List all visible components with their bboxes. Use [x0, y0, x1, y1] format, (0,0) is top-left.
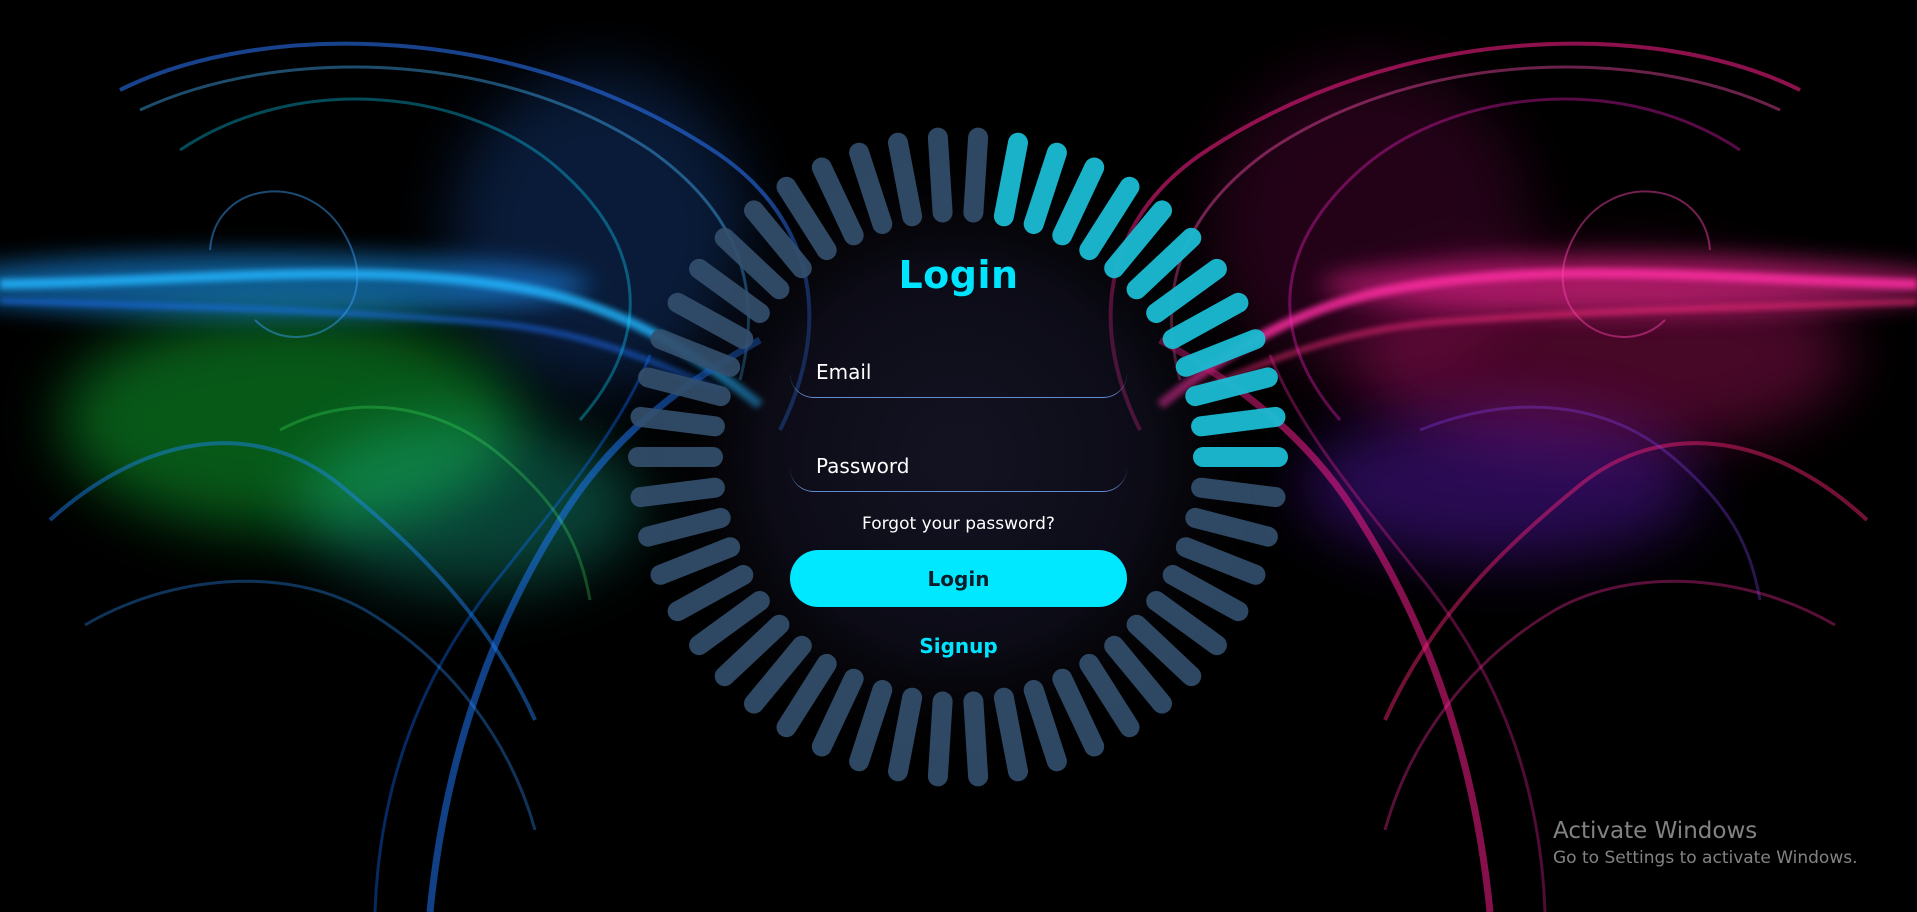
loader-segment: [776, 176, 837, 261]
forgot-password-link[interactable]: Forgot your password?: [790, 512, 1127, 536]
login-title: Login: [898, 253, 1019, 297]
loader-segment: [963, 127, 989, 223]
loader-segment: [1023, 680, 1067, 772]
loader-segment: [1191, 477, 1286, 508]
loader-segment: [650, 329, 741, 377]
loader-segment: [927, 127, 953, 223]
loader-segment: [667, 565, 754, 622]
loader-segment: [630, 406, 725, 437]
windows-activation-watermark: Activate Windows Go to Settings to activ…: [1553, 816, 1893, 870]
loader-segment: [1079, 653, 1140, 738]
login-card: Login Forgot your password? Login Signup: [790, 250, 1127, 670]
loader-segment: [1052, 157, 1105, 246]
loader-segment: [888, 132, 923, 227]
loader-segment: [667, 292, 754, 349]
loader-segment: [776, 653, 837, 738]
email-input[interactable]: [814, 352, 1108, 392]
loader-segment: [1191, 406, 1286, 437]
loader-segment: [1052, 668, 1105, 757]
loader-segment: [927, 691, 953, 787]
loader-segment: [963, 691, 989, 787]
loader-segment: [630, 477, 725, 508]
loader-segment: [1175, 329, 1266, 377]
loader-segment: [1079, 176, 1140, 261]
login-page: Login Forgot your password? Login Signup…: [0, 0, 1917, 912]
loader-segment: [993, 687, 1028, 782]
loader-segment: [638, 367, 731, 407]
loader-segment: [1162, 565, 1249, 622]
loader-segment: [1175, 537, 1266, 585]
login-button[interactable]: Login: [790, 550, 1127, 607]
loader-segment: [650, 537, 741, 585]
loader-segment: [811, 668, 864, 757]
password-field[interactable]: [790, 440, 1127, 492]
loader-segment: [849, 680, 893, 772]
watermark-title: Activate Windows: [1553, 818, 1758, 844]
loader-segment: [811, 157, 864, 246]
signup-link[interactable]: Signup: [790, 632, 1127, 660]
loader-segment: [1185, 507, 1278, 547]
loader-segment: [1185, 367, 1278, 407]
loader-segment: [638, 507, 731, 547]
loader-segment: [849, 142, 893, 234]
loader-segment: [888, 687, 923, 782]
password-input[interactable]: [814, 446, 1108, 486]
loader-segment: [1162, 292, 1249, 349]
loader-segment: [993, 132, 1028, 227]
email-field[interactable]: [790, 346, 1127, 398]
loader-segment: [1023, 142, 1067, 234]
watermark-subtitle: Go to Settings to activate Windows.: [1553, 848, 1858, 868]
